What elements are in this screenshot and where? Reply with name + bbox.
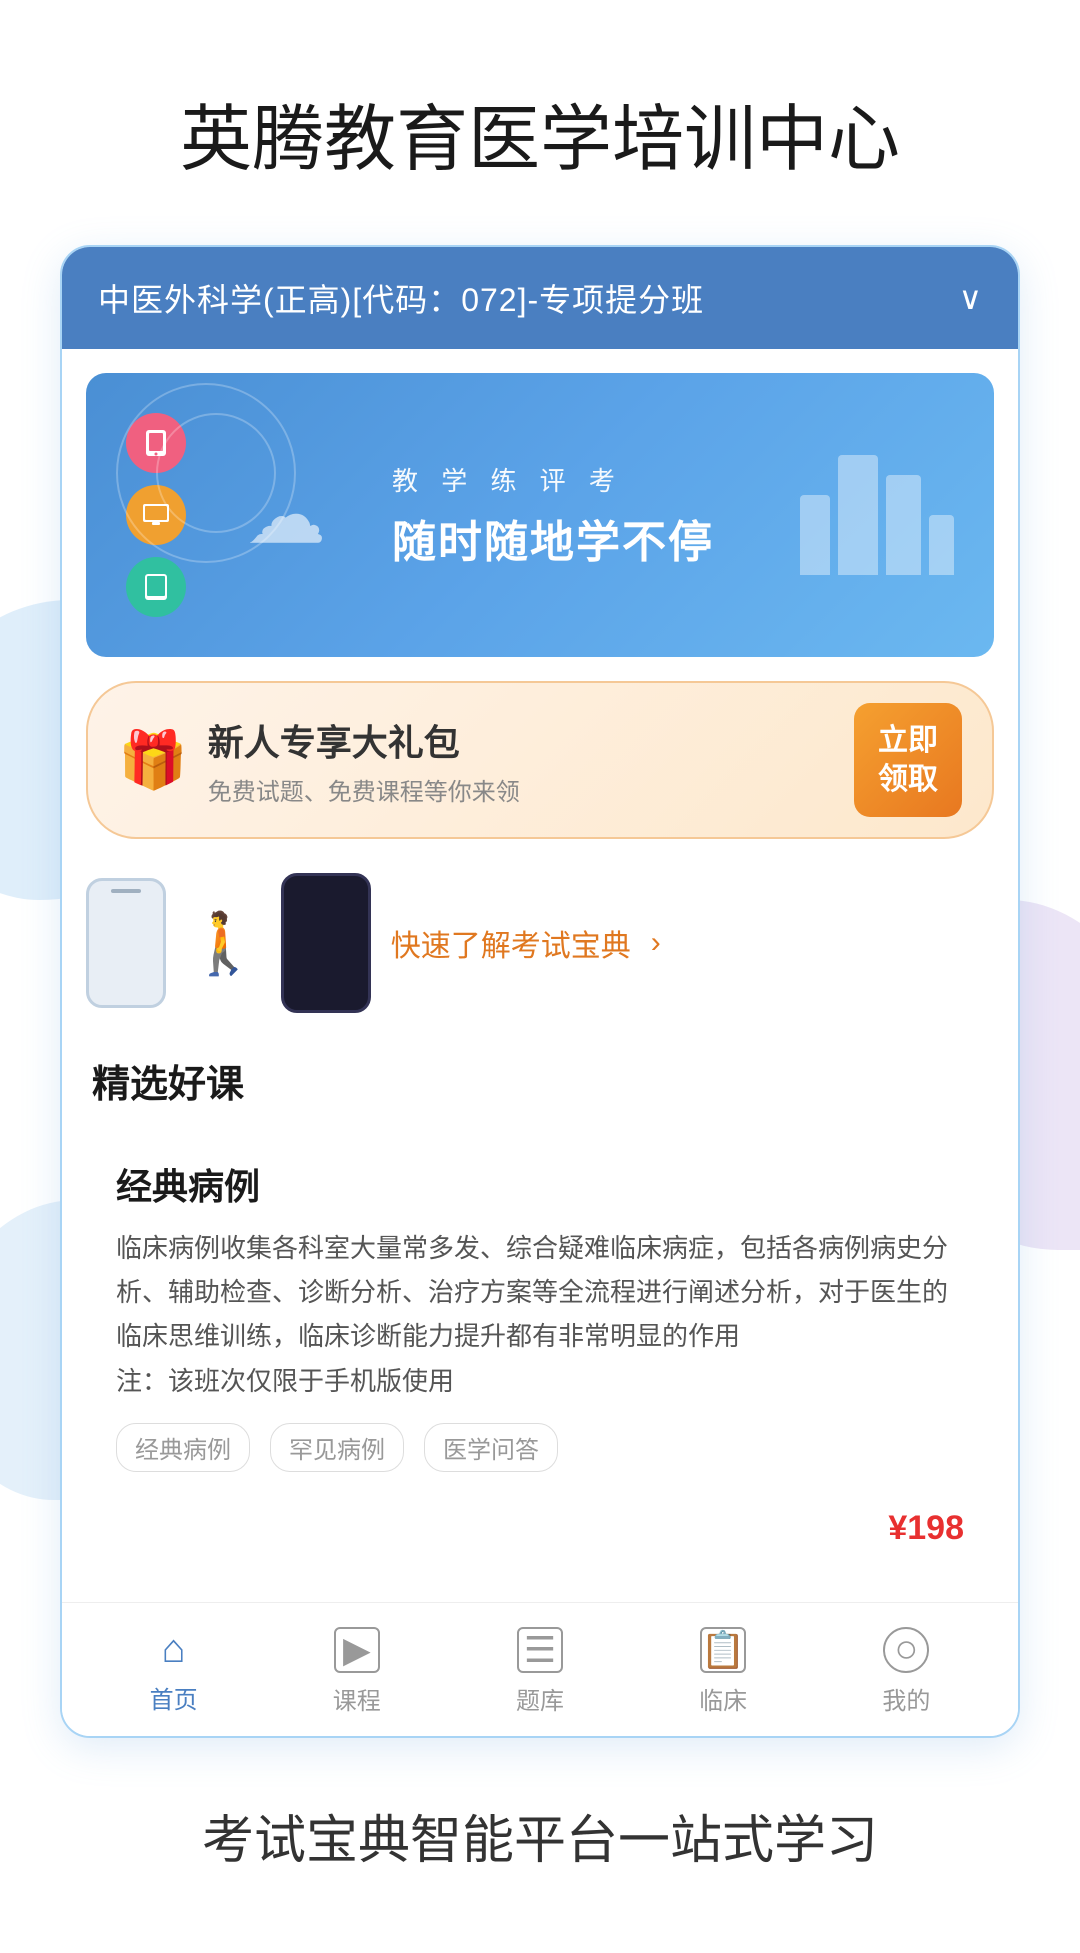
featured-courses-title: 精选好课 [62, 1043, 1018, 1128]
profile-icon: ○ [883, 1627, 929, 1673]
nav-label-course: 课程 [333, 1681, 381, 1716]
gift-title: 新人专享大礼包 [208, 714, 834, 766]
course-selector[interactable]: 中医外科学(正高)[代码：072]-专项提分班 ∨ [62, 247, 1018, 349]
course-description: 临床病例收集各科室大量常多发、综合疑难临床病症，包括各病例病史分析、辅助检查、诊… [116, 1226, 964, 1403]
quick-link-row: 🚶 快速了解考试宝典 › [86, 863, 994, 1023]
course-card: 经典病例 临床病例收集各科室大量常多发、综合疑难临床病症，包括各病例病史分析、辅… [86, 1128, 994, 1582]
banner-subtitle: 教 学 练 评 考 [392, 461, 714, 498]
price-value: 198 [907, 1509, 964, 1547]
course-tag-classic: 经典病例 [116, 1423, 250, 1472]
app-card: 中医外科学(正高)[代码：072]-专项提分班 ∨ [60, 245, 1020, 1738]
course-icon: ▶ [334, 1627, 380, 1673]
nav-item-clinical[interactable]: 📋 临床 [673, 1627, 773, 1716]
quick-link-arrow-icon: › [651, 926, 661, 960]
nav-item-home[interactable]: ⌂ 首页 [124, 1627, 224, 1715]
course-tags: 经典病例 罕见病例 医学问答 [116, 1423, 964, 1472]
course-title: 经典病例 [116, 1158, 964, 1210]
gift-btn-line2: 领取 [878, 760, 938, 799]
nav-label-practice: 题库 [516, 1681, 564, 1716]
practice-icon: ☰ [517, 1627, 563, 1673]
banner-buildings-decoration [800, 455, 954, 575]
nav-label-home: 首页 [150, 1680, 198, 1715]
nav-label-profile: 我的 [882, 1681, 930, 1716]
chevron-down-icon: ∨ [959, 279, 982, 317]
promo-banner: ☁ 教 学 练 评 考 随时随地学不停 [86, 373, 994, 657]
home-icon: ⌂ [162, 1627, 186, 1672]
gift-text: 新人专享大礼包 免费试题、免费课程等你来领 [208, 714, 834, 807]
banner-icon-tablet [126, 557, 186, 617]
gift-btn-line1: 立即 [878, 721, 938, 760]
nav-label-clinical: 临床 [699, 1681, 747, 1716]
nav-item-course[interactable]: ▶ 课程 [307, 1627, 407, 1716]
page-title: 英腾教育医学培训中心 [0, 0, 1080, 245]
course-header-text: 中医外科学(正高)[代码：072]-专项提分班 [98, 275, 704, 321]
cloud-decoration: ☁ [246, 469, 326, 562]
gift-box-icon: 🎁 [118, 727, 188, 793]
gift-subtitle: 免费试题、免费课程等你来领 [208, 772, 834, 807]
nav-item-profile[interactable]: ○ 我的 [856, 1627, 956, 1716]
clinical-icon: 📋 [700, 1627, 746, 1673]
person-walking-icon: 🚶 [186, 908, 261, 979]
quick-link-text[interactable]: 快速了解考试宝典 [391, 921, 631, 965]
banner-title: 随时随地学不停 [392, 506, 714, 570]
nav-item-practice[interactable]: ☰ 题库 [490, 1627, 590, 1716]
banner-text: 教 学 练 评 考 随时随地学不停 [392, 461, 714, 570]
phone-mockup-2 [281, 873, 371, 1013]
course-tag-qa: 医学问答 [424, 1423, 558, 1472]
course-price: ¥198 [116, 1492, 964, 1552]
course-tag-rare: 罕见病例 [270, 1423, 404, 1472]
price-symbol: ¥ [888, 1509, 907, 1547]
gift-banner[interactable]: 🎁 新人专享大礼包 免费试题、免费课程等你来领 立即 领取 [86, 681, 994, 839]
phone-mockup-1 [86, 878, 166, 1008]
bottom-navigation: ⌂ 首页 ▶ 课程 ☰ 题库 📋 临床 ○ 我的 [62, 1602, 1018, 1736]
gift-claim-button[interactable]: 立即 领取 [854, 703, 962, 817]
footer-text: 考试宝典智能平台一站式学习 [0, 1738, 1080, 1953]
